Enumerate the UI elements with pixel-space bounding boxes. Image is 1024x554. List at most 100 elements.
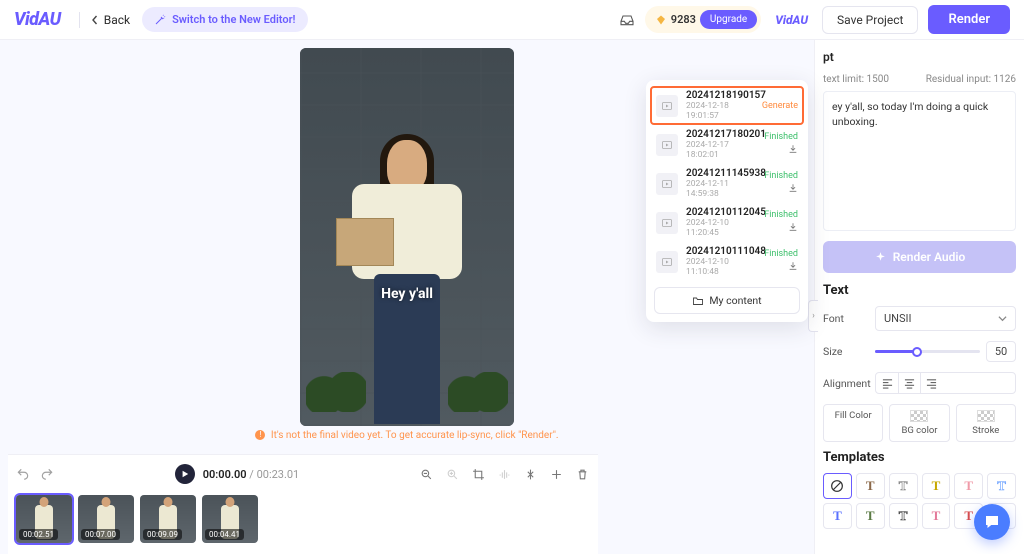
main: Hey y'all ! It's not the final video yet… xyxy=(0,40,1024,554)
my-content-button[interactable]: My content xyxy=(654,287,800,314)
render-audio-button[interactable]: Render Audio xyxy=(823,241,1016,273)
video-icon xyxy=(661,256,673,268)
font-row: Font UNSII xyxy=(823,306,1016,331)
play-icon xyxy=(181,470,189,478)
align-right-button[interactable] xyxy=(920,373,942,393)
split-button[interactable] xyxy=(524,467,538,481)
back-button[interactable]: Back xyxy=(90,13,130,27)
crop-button[interactable] xyxy=(472,467,486,481)
right-panel: pt text limit: 1500 Residual input: 1126… xyxy=(814,40,1024,554)
time-display: 00:00.00 / 00:23.01 xyxy=(203,468,300,481)
template-option[interactable]: T xyxy=(954,473,983,499)
project-date: 2024-12-11 14:59:38 xyxy=(686,179,756,199)
download-icon[interactable] xyxy=(788,183,798,196)
project-item[interactable]: 202412111459382024-12-11 14:59:38Finishe… xyxy=(650,164,804,203)
project-info: 202412101110482024-12-10 11:10:48 xyxy=(686,246,756,277)
project-info: 202412111459382024-12-11 14:59:38 xyxy=(686,168,756,199)
clip[interactable]: 00:04.41 xyxy=(202,495,258,543)
project-item[interactable]: 202412171802012024-12-17 18:02:01 Finishe… xyxy=(650,125,804,164)
preview-note: ! It's not the final video yet. To get a… xyxy=(0,430,814,441)
topbar: VidAU Back Switch to the New Editor! 928… xyxy=(0,0,1024,40)
upgrade-button[interactable]: Upgrade xyxy=(700,10,757,29)
project-name: 20241218190157 xyxy=(686,90,754,101)
clip[interactable]: 00:07.00 xyxy=(78,495,134,543)
size-row: Size 50 xyxy=(823,341,1016,362)
project-date: 2024-12-17 18:02:01 xyxy=(686,140,756,160)
template-option[interactable]: T xyxy=(889,473,918,499)
template-option[interactable]: T xyxy=(823,503,852,529)
template-option[interactable]: T xyxy=(922,473,951,499)
undo-button[interactable] xyxy=(16,467,30,481)
project-item[interactable]: 202412101120452024-12-10 11:20:45Finishe… xyxy=(650,203,804,242)
brand-mini-logo: VidAU xyxy=(775,13,808,27)
project-thumb xyxy=(656,95,678,117)
download-icon[interactable] xyxy=(788,261,798,274)
fill-color-chip[interactable]: Fill Color xyxy=(823,404,883,442)
size-label: Size xyxy=(823,345,875,358)
video-icon xyxy=(661,100,673,112)
inbox-icon[interactable] xyxy=(619,12,635,28)
project-item[interactable]: 202412181901572024-12-18 19:01:57Generat… xyxy=(650,86,804,125)
clip[interactable]: 00:09.09 xyxy=(140,495,196,543)
size-value[interactable]: 50 xyxy=(986,341,1016,362)
zoom-out-button[interactable] xyxy=(420,467,434,481)
switch-editor-button[interactable]: Switch to the New Editor! xyxy=(142,7,307,32)
align-left-button[interactable] xyxy=(876,373,898,393)
template-option[interactable]: T xyxy=(987,473,1016,499)
clip[interactable]: 00:02.51 xyxy=(16,495,72,543)
templates-heading: Templates xyxy=(823,450,1016,465)
clip-strip: 00:02.51 00:07.0000:09.0900:04.41 xyxy=(16,495,590,543)
time-current: 00:00.00 xyxy=(203,468,247,481)
topbar-right: 9283 Upgrade VidAU Save Project Render xyxy=(619,5,1010,34)
info-icon: ! xyxy=(255,430,265,440)
size-slider[interactable]: 50 xyxy=(875,341,1016,362)
script-textarea[interactable]: ey y'all, so today I'm doing a quick unb… xyxy=(823,91,1016,231)
zoom-in-button[interactable] xyxy=(446,467,460,481)
delete-button[interactable] xyxy=(576,467,590,481)
template-none[interactable] xyxy=(823,473,852,499)
template-option[interactable]: T xyxy=(922,503,951,529)
video-preview[interactable]: Hey y'all xyxy=(300,48,514,426)
preview-note-text: It's not the final video yet. To get acc… xyxy=(271,430,559,441)
project-thumb xyxy=(656,134,678,156)
project-date: 2024-12-10 11:10:48 xyxy=(686,257,756,277)
download-icon[interactable] xyxy=(788,222,798,235)
align-center-button[interactable] xyxy=(898,373,920,393)
redo-button[interactable] xyxy=(40,467,54,481)
template-option[interactable]: T xyxy=(856,473,885,499)
project-name: 20241211145938 xyxy=(686,168,756,179)
credits-value: 9283 xyxy=(671,13,696,26)
text-section-heading: Text xyxy=(823,283,1016,298)
align-row: Alignment xyxy=(823,372,1016,394)
align-label: Alignment xyxy=(823,377,875,390)
projects-popup: 202412181901572024-12-18 19:01:57Generat… xyxy=(646,80,808,322)
timeline-tools xyxy=(420,467,590,481)
project-status: Generate xyxy=(762,101,798,111)
save-project-button[interactable]: Save Project xyxy=(822,6,918,34)
project-thumb xyxy=(656,251,678,273)
template-option[interactable]: T xyxy=(889,503,918,529)
panel-collapse-handle[interactable]: › xyxy=(808,300,818,332)
project-status: Finished xyxy=(764,132,798,142)
preview-caption: Hey y'all xyxy=(300,286,514,302)
template-option[interactable]: T xyxy=(856,503,885,529)
diamond-icon xyxy=(655,14,667,26)
add-button[interactable] xyxy=(550,467,564,481)
stroke-color-chip[interactable]: Stroke xyxy=(956,404,1016,442)
chat-icon xyxy=(983,513,1001,531)
help-chat-button[interactable] xyxy=(974,504,1010,540)
download-icon[interactable] xyxy=(788,144,798,157)
bg-color-chip[interactable]: BG color xyxy=(889,404,949,442)
font-select[interactable]: UNSII xyxy=(875,306,1016,331)
project-status: Finished xyxy=(764,210,798,220)
project-info: 202412171802012024-12-17 18:02:01 xyxy=(686,129,756,160)
color-row: Fill Color BG color Stroke xyxy=(823,404,1016,442)
font-label: Font xyxy=(823,312,875,325)
play-button[interactable] xyxy=(175,464,195,484)
preview-person xyxy=(332,126,482,426)
project-item[interactable]: 202412101110482024-12-10 11:10:48Finishe… xyxy=(650,242,804,281)
audio-button[interactable] xyxy=(498,467,512,481)
render-button[interactable]: Render xyxy=(928,5,1010,34)
clip-duration: 00:02.51 xyxy=(19,529,58,540)
none-icon xyxy=(829,478,845,494)
